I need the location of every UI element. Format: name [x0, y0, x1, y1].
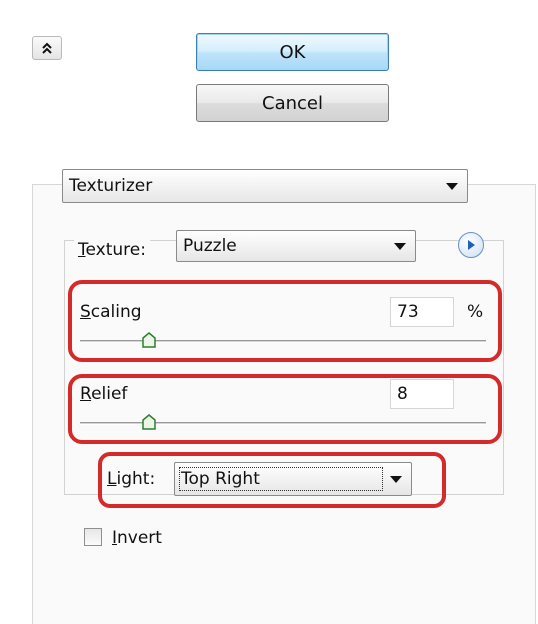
circle-arrow-right-icon: [468, 240, 475, 250]
highlight-light: [98, 452, 446, 508]
texture-select-value: Puzzle: [183, 236, 237, 256]
texture-menu-button[interactable]: [458, 232, 484, 258]
filter-select-value: Texturizer: [69, 176, 153, 196]
texture-label: Texture:: [74, 240, 150, 260]
collapse-button[interactable]: [32, 36, 62, 60]
double-chevron-up-icon: [42, 42, 52, 54]
triangle-down-icon: [446, 183, 458, 190]
highlight-relief: [68, 374, 502, 444]
ok-button[interactable]: OK: [196, 33, 389, 71]
cancel-button[interactable]: Cancel: [196, 84, 389, 122]
texture-select[interactable]: Puzzle: [176, 230, 416, 262]
triangle-down-icon: [394, 243, 406, 250]
highlight-scaling: [68, 280, 502, 362]
filter-select[interactable]: Texturizer: [62, 169, 468, 203]
invert-checkbox[interactable]: [84, 528, 102, 546]
invert-label: Invert: [112, 528, 162, 548]
